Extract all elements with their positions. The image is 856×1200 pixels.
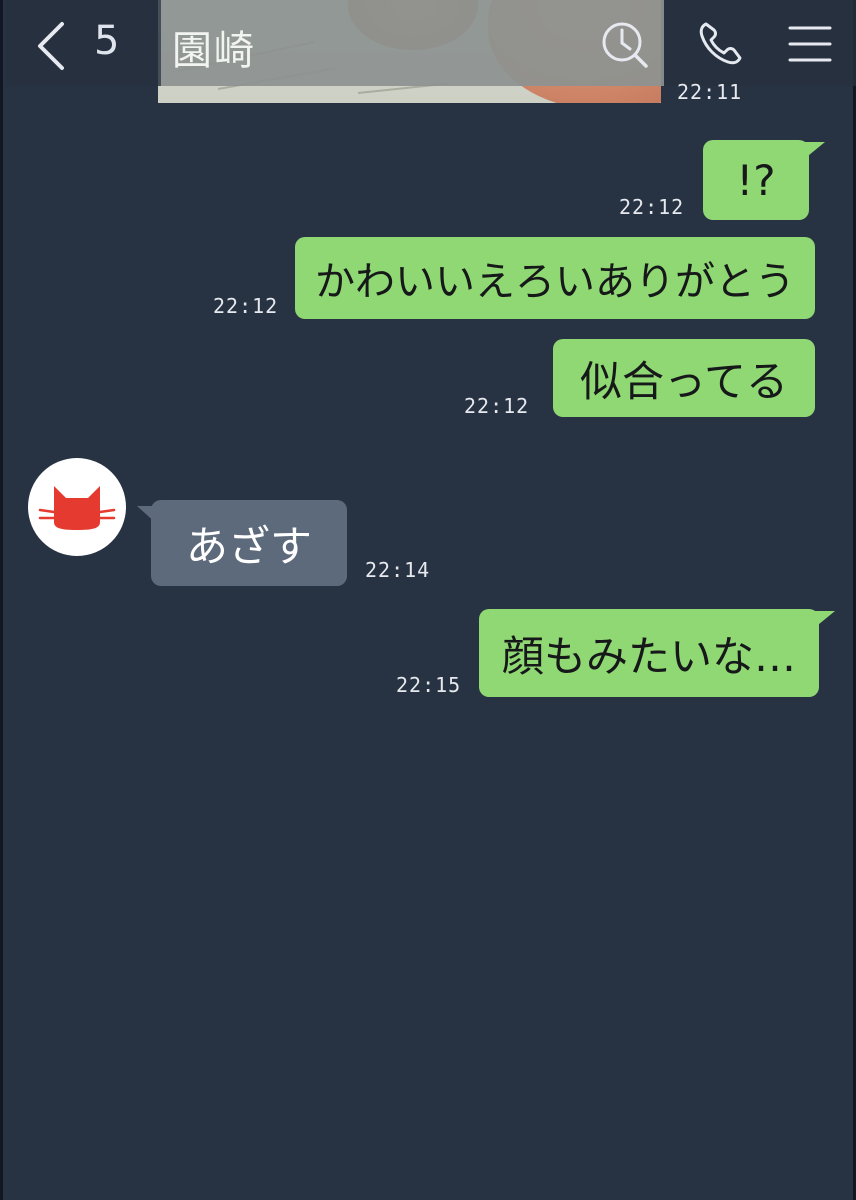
red-cat-icon xyxy=(38,486,116,530)
message-text: あざす xyxy=(185,521,312,571)
unread-count[interactable]: 5 xyxy=(94,18,119,64)
message-time: 22:11 xyxy=(677,80,743,104)
contact-avatar[interactable] xyxy=(28,458,126,556)
incoming-message-bubble[interactable]: あざす xyxy=(151,500,347,586)
bubble-tail xyxy=(803,142,825,160)
outgoing-message-bubble[interactable]: かわいいえろいありがとう xyxy=(295,237,815,319)
message-time: 22:14 xyxy=(365,558,431,582)
message-time: 22:12 xyxy=(213,294,279,318)
message-text: かわいいえろいありがとう xyxy=(315,259,795,305)
chevron-left-icon[interactable] xyxy=(32,20,72,72)
phone-icon[interactable] xyxy=(694,18,746,70)
message-text: 顔もみたいな… xyxy=(501,631,796,681)
bubble-tail xyxy=(813,611,835,629)
chat-title: 園崎 xyxy=(172,28,256,74)
outgoing-message-bubble[interactable]: !? xyxy=(703,140,809,220)
search-history-icon[interactable] xyxy=(598,18,650,70)
outgoing-message-bubble[interactable]: 似合ってる xyxy=(553,339,815,417)
message-text: !? xyxy=(736,155,776,205)
message-time: 22:15 xyxy=(396,673,462,697)
chat-header: 5 園崎 xyxy=(6,0,856,86)
chat-screen: 5 園崎 22:11 !? 22:12 かわいいえろいありがとう 22:12 似… xyxy=(0,0,856,1200)
menu-icon[interactable] xyxy=(784,18,836,70)
message-text: 似合ってる xyxy=(580,356,788,406)
message-time: 22:12 xyxy=(464,394,530,418)
message-time: 22:12 xyxy=(619,195,685,219)
outgoing-message-bubble[interactable]: 顔もみたいな… xyxy=(479,609,819,697)
